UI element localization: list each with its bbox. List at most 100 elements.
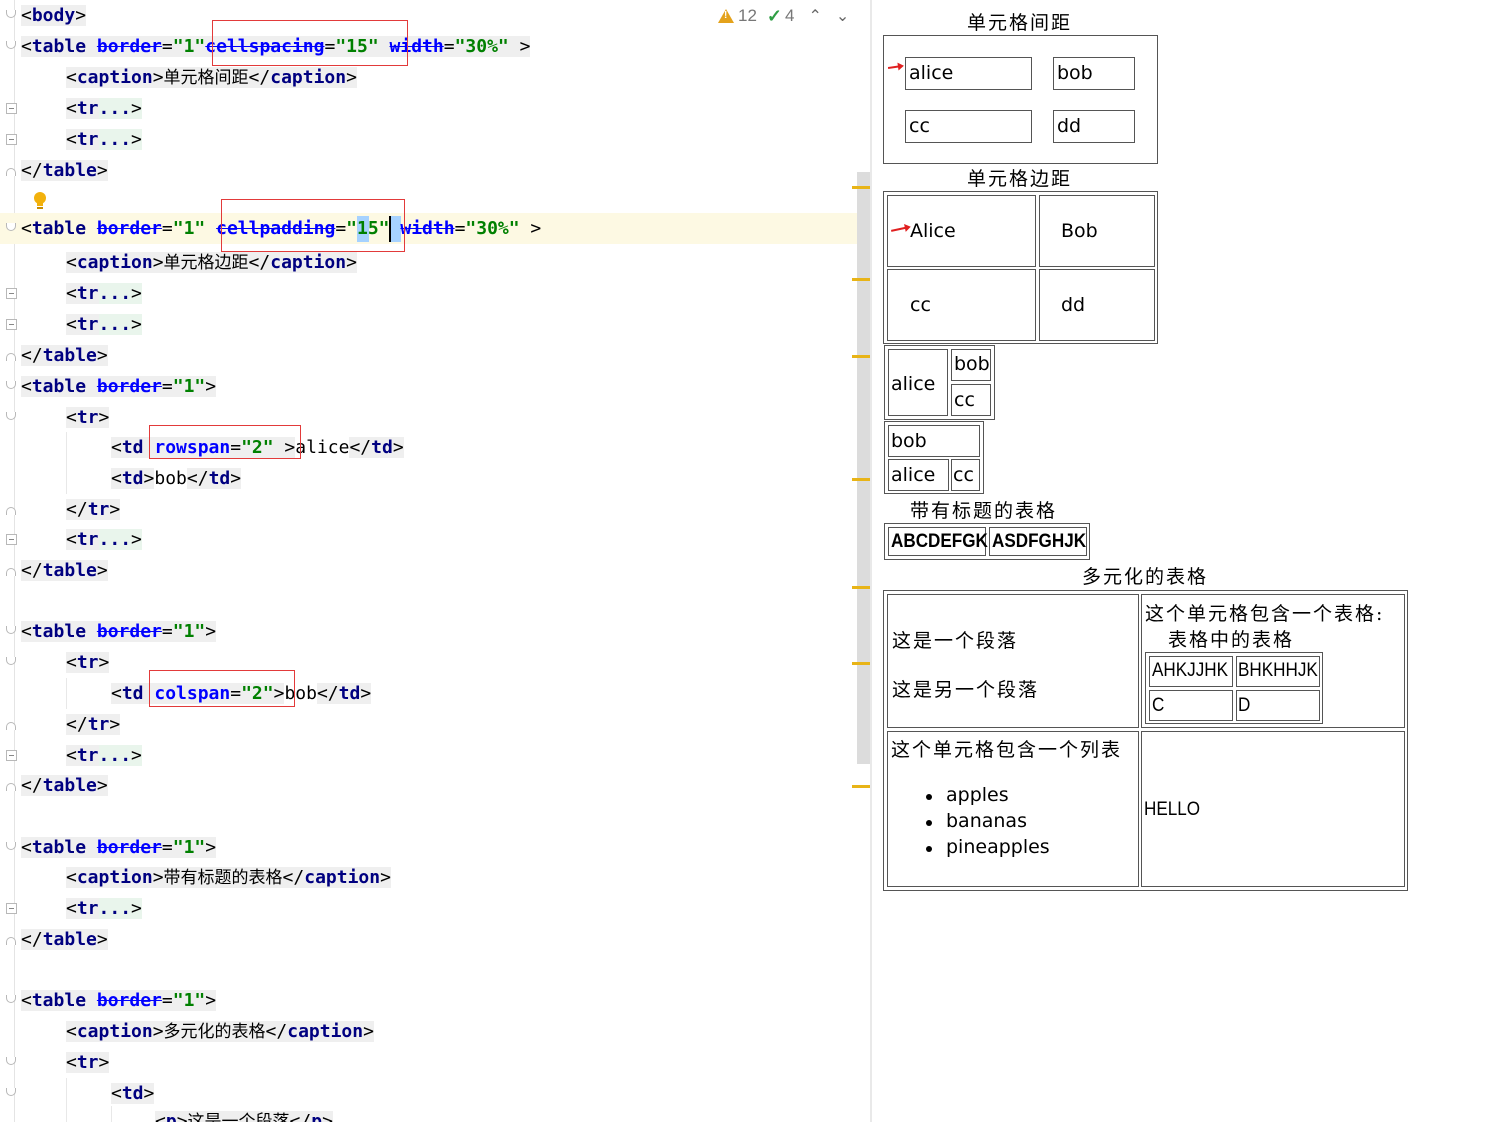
- code-line[interactable]: <table border="1">: [0, 616, 870, 647]
- error-stripe-mark[interactable]: [852, 278, 870, 281]
- error-stripe-mark[interactable]: [852, 662, 870, 665]
- table-caption: 带有标题的表格: [910, 500, 1058, 522]
- code-line[interactable]: <tr...>: [0, 893, 870, 924]
- cell-text: dd: [1057, 115, 1082, 137]
- nested-table: AHKJJHK BHKHHJK C D: [1145, 652, 1323, 724]
- cell-heading: 表格中的表格: [1168, 629, 1295, 651]
- table-cell: BHKHHJK: [1236, 656, 1320, 687]
- code-line[interactable]: <tr...>: [0, 278, 870, 309]
- code-line[interactable]: <caption>多元化的表格</caption>: [0, 1016, 870, 1047]
- error-stripe-mark[interactable]: [852, 478, 870, 481]
- code-line[interactable]: <p>这是一个段落</p>: [0, 1106, 870, 1122]
- fold-marker-icon[interactable]: [6, 568, 16, 576]
- expand-icon[interactable]: [6, 534, 17, 545]
- fold-marker-icon[interactable]: [6, 657, 16, 665]
- fold-marker-icon[interactable]: [6, 722, 16, 730]
- chevron-down-icon[interactable]: ⌄: [836, 6, 849, 26]
- code-text: <tr...>: [66, 898, 142, 919]
- code-editor[interactable]: <body> <table border="1"cellspacing="15"…: [0, 0, 870, 1122]
- code-line[interactable]: <tr>: [0, 647, 870, 678]
- expand-icon[interactable]: [6, 750, 17, 761]
- table-cell: bob: [951, 349, 991, 381]
- code-line[interactable]: </table>: [0, 770, 870, 801]
- fold-marker-icon[interactable]: [6, 1057, 16, 1065]
- table-diverse: 这是一个段落 这是另一个段落 这个单元格包含一个表格: 表格中的表格 AHKJJ…: [883, 590, 1408, 891]
- code-line[interactable]: <tr...>: [0, 524, 870, 555]
- fold-marker-icon[interactable]: [6, 507, 16, 515]
- code-text: <tr...>: [66, 98, 142, 119]
- code-line[interactable]: <tr...>: [0, 309, 870, 340]
- cell-heading: 这个单元格包含一个表格:: [1145, 603, 1385, 625]
- code-line[interactable]: <table border="1">: [0, 832, 870, 863]
- scrollbar[interactable]: [857, 172, 870, 764]
- code-text: <table border="1">: [21, 990, 217, 1011]
- expand-icon[interactable]: [6, 103, 17, 114]
- code-line[interactable]: <td colspan="2">bob</td>: [0, 678, 870, 709]
- cell-text: alice: [891, 373, 936, 395]
- table-cell: bob: [1053, 57, 1135, 90]
- fold-marker-icon[interactable]: [6, 783, 16, 791]
- code-text: <tr>: [66, 407, 110, 428]
- cell-text: cc: [953, 464, 974, 486]
- cell-text: dd: [1061, 294, 1086, 316]
- code-line[interactable]: </table>: [0, 924, 870, 955]
- fold-marker-icon[interactable]: [6, 1088, 16, 1096]
- table-cell: ABCDEFGK: [888, 527, 988, 556]
- fold-marker-icon[interactable]: [6, 10, 16, 18]
- code-line[interactable]: <tr>: [0, 1047, 870, 1078]
- fold-marker-icon[interactable]: [6, 626, 16, 634]
- code-text: <caption>单元格间距</caption>: [66, 67, 357, 88]
- code-line[interactable]: </table>: [0, 340, 870, 371]
- code-line[interactable]: </table>: [0, 555, 870, 586]
- expand-icon[interactable]: [6, 288, 17, 299]
- code-line[interactable]: <table border="1"cellspacing="15" width=…: [0, 31, 870, 62]
- table-with-caption: ABCDEFGK ASDFGHJK: [884, 523, 1090, 560]
- cell-text: cc: [909, 115, 930, 137]
- table-cell: 这是一个段落 这是另一个段落: [887, 594, 1139, 728]
- code-line[interactable]: <table border="1">: [0, 985, 870, 1016]
- code-line[interactable]: <td rowspan="2" >alice</td>: [0, 432, 870, 463]
- fold-marker-icon[interactable]: [6, 412, 16, 420]
- code-text: <caption>多元化的表格</caption>: [66, 1021, 374, 1042]
- cell-text: bob: [954, 353, 990, 375]
- code-line[interactable]: <tr...>: [0, 124, 870, 155]
- highlight-box: [149, 670, 295, 707]
- fold-marker-icon[interactable]: [6, 995, 16, 1003]
- fold-marker-icon[interactable]: [6, 842, 16, 850]
- fold-marker-icon[interactable]: [6, 381, 16, 389]
- fold-marker-icon[interactable]: [6, 223, 16, 231]
- error-stripe-mark[interactable]: [852, 586, 870, 589]
- inspection-widget[interactable]: 12 ✓ 4 ⌃ ⌄: [718, 4, 849, 28]
- expand-icon[interactable]: [6, 903, 17, 914]
- cell-text: D: [1238, 695, 1251, 716]
- indent-guide: [66, 1078, 67, 1122]
- error-stripe-mark[interactable]: [852, 355, 870, 358]
- code-line[interactable]: <caption>单元格间距</caption>: [0, 62, 870, 93]
- fold-marker-icon[interactable]: [6, 41, 16, 49]
- expand-icon[interactable]: [6, 134, 17, 145]
- code-line[interactable]: <tr>: [0, 402, 870, 433]
- code-line[interactable]: </table>: [0, 155, 870, 186]
- code-line[interactable]: </tr>: [0, 494, 870, 525]
- indent-guide: [66, 678, 67, 709]
- code-line[interactable]: <td>: [0, 1078, 870, 1109]
- fold-marker-icon[interactable]: [6, 168, 16, 176]
- cell-text: bob: [1057, 62, 1093, 84]
- code-line[interactable]: <caption>单元格边距</caption>: [0, 247, 870, 278]
- chevron-up-icon[interactable]: ⌃: [808, 6, 821, 26]
- highlight-box: [221, 199, 405, 252]
- code-line[interactable]: <td>bob</td>: [0, 463, 870, 494]
- fold-marker-icon[interactable]: [6, 353, 16, 361]
- code-line[interactable]: <table border="1">: [0, 371, 870, 402]
- code-line[interactable]: <caption>带有标题的表格</caption>: [0, 862, 870, 893]
- code-line[interactable]: </tr>: [0, 709, 870, 740]
- fold-marker-icon[interactable]: [6, 937, 16, 945]
- error-stripe-mark[interactable]: [852, 186, 870, 189]
- code-line[interactable]: <tr...>: [0, 740, 870, 771]
- code-text: <body>: [21, 5, 87, 26]
- expand-icon[interactable]: [6, 319, 17, 330]
- code-line[interactable]: <tr...>: [0, 93, 870, 124]
- error-stripe-mark[interactable]: [852, 785, 870, 788]
- lightbulb-icon[interactable]: [33, 191, 47, 210]
- code-text: </table>: [21, 345, 108, 366]
